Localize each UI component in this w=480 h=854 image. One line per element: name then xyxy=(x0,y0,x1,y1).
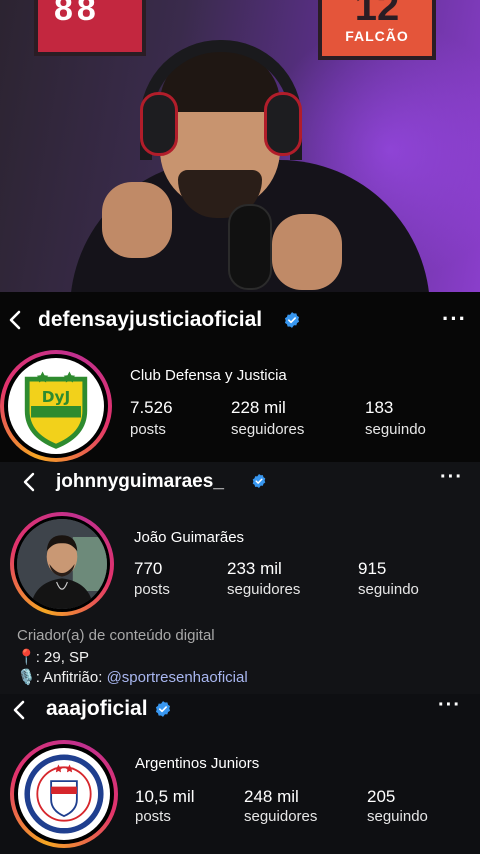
chevron-left-icon[interactable] xyxy=(8,698,32,722)
headphones-right-cup xyxy=(264,92,302,156)
following-label: seguindo xyxy=(358,581,419,598)
profile-username[interactable]: aaajoficial xyxy=(46,697,148,721)
profile-card-argentinos: aaajoficial ··· Argentinos Juniors 10,5 … xyxy=(0,694,480,854)
johnny-photo xyxy=(17,519,107,609)
bio-host-prefix: : Anfitrião: xyxy=(35,669,107,686)
presenter-right-fist xyxy=(272,214,342,290)
more-options-icon[interactable]: ··· xyxy=(440,466,463,489)
verified-badge-icon xyxy=(283,311,301,329)
following-count[interactable]: 183 xyxy=(365,398,393,418)
profile-header: johnnyguimaraes_ ··· xyxy=(0,462,480,502)
more-options-icon[interactable]: ··· xyxy=(442,306,467,332)
video-frame: 88 12 FALCÃO xyxy=(0,0,480,292)
followers-count[interactable]: 233 mil xyxy=(227,559,282,579)
profile-full-name: João Guimarães xyxy=(134,529,245,546)
following-count[interactable]: 205 xyxy=(367,787,395,807)
profile-avatar[interactable] xyxy=(10,512,114,616)
presenter-left-fist xyxy=(102,182,172,258)
following-label: seguindo xyxy=(365,421,426,438)
jersey-frame-right-number: 12 xyxy=(354,0,400,29)
followers-label: seguidores xyxy=(227,581,301,598)
host-mention-link[interactable]: @sportresenhaoficial xyxy=(107,669,248,686)
posts-label: posts xyxy=(130,421,166,438)
more-options-icon[interactable]: ··· xyxy=(438,694,461,717)
argentinos-crest xyxy=(18,748,110,840)
profile-full-name: Club Defensa y Justicia xyxy=(130,367,287,384)
chevron-left-icon[interactable] xyxy=(4,308,28,332)
followers-label: seguidores xyxy=(231,421,305,438)
verified-badge-icon xyxy=(251,473,267,489)
bio-location-line: 📍: 29, SP xyxy=(17,648,89,666)
defensa-crest: DyJ xyxy=(8,358,104,454)
followers-label: seguidores xyxy=(244,808,318,825)
microphone-icon: 🎙️ xyxy=(17,669,36,686)
jersey-frame-right: 12 FALCÃO xyxy=(318,0,436,60)
profile-header: aaajoficial ··· xyxy=(0,690,480,730)
jersey-frame-left: 88 xyxy=(34,0,146,56)
posts-count[interactable]: 770 xyxy=(134,559,162,579)
posts-label: posts xyxy=(134,581,170,598)
profile-card-johnny: johnnyguimaraes_ ··· João Guimarães 770 … xyxy=(0,462,480,694)
pin-icon: 📍 xyxy=(17,649,36,666)
profile-card-defensa: defensayjusticiaoficial ··· DyJ Club Def… xyxy=(0,292,480,462)
profile-username[interactable]: johnnyguimaraes_ xyxy=(56,471,224,493)
chevron-left-icon[interactable] xyxy=(18,470,42,494)
headphones-left-cup xyxy=(140,92,178,156)
followers-count[interactable]: 248 mil xyxy=(244,787,299,807)
followers-count[interactable]: 228 mil xyxy=(231,398,286,418)
following-count[interactable]: 915 xyxy=(358,559,386,579)
posts-label: posts xyxy=(135,808,171,825)
bio-host-line: 🎙️: Anfitrião: @sportresenhaoficial xyxy=(17,668,248,686)
bio-location: : 29, SP xyxy=(35,649,90,666)
profile-avatar[interactable] xyxy=(10,740,118,848)
following-label: seguindo xyxy=(367,808,428,825)
profile-full-name: Argentinos Juniors xyxy=(135,755,260,772)
profile-username[interactable]: defensayjusticiaoficial xyxy=(38,308,262,332)
defensa-crest-text: DyJ xyxy=(42,388,70,406)
posts-count[interactable]: 10,5 mil xyxy=(135,787,195,807)
profile-category: Criador(a) de conteúdo digital xyxy=(17,627,215,644)
profile-header: defensayjusticiaoficial ··· xyxy=(0,300,480,340)
posts-count[interactable]: 7.526 xyxy=(130,398,173,418)
jersey-frame-right-name: FALCÃO xyxy=(345,28,409,44)
profile-avatar[interactable]: DyJ xyxy=(0,350,112,462)
jersey-frame-left-number: 88 xyxy=(54,0,100,28)
microphone xyxy=(228,204,272,290)
verified-badge-icon xyxy=(154,700,172,718)
